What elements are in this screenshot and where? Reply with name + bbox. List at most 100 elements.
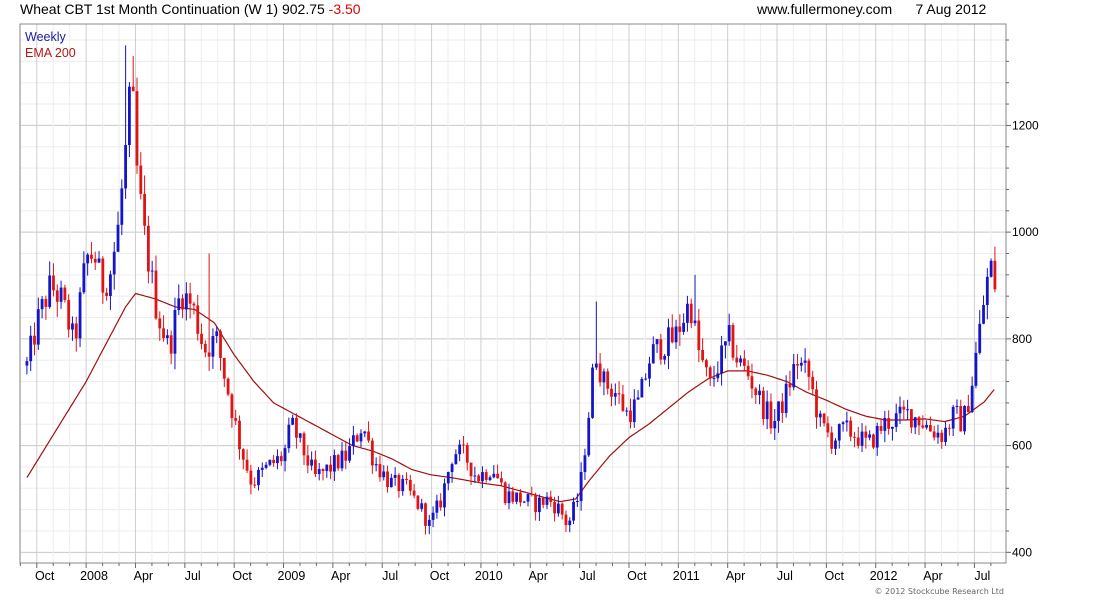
candle-down — [336, 455, 340, 469]
candle-down — [33, 335, 36, 345]
candle-up — [841, 422, 845, 425]
candle-up — [898, 406, 902, 414]
candle-up — [572, 501, 575, 521]
candle-down — [249, 470, 253, 485]
candle-down — [219, 331, 222, 358]
candle-down — [731, 325, 735, 358]
candle-up — [458, 444, 462, 455]
candle-up — [834, 440, 837, 449]
candle-down — [378, 464, 382, 478]
candle-down — [966, 406, 970, 413]
candle-down — [807, 360, 811, 377]
candle-down — [245, 459, 249, 471]
candle-down — [856, 437, 860, 446]
candle-up — [401, 478, 405, 492]
candle-down — [207, 352, 211, 357]
candle-up — [799, 362, 803, 366]
x-tick-label: Oct — [35, 569, 55, 583]
candle-up — [420, 503, 424, 509]
candle-up — [48, 275, 52, 307]
candle-down — [826, 423, 830, 433]
candle-down — [253, 484, 257, 486]
candle-down — [344, 450, 348, 461]
candle-up — [177, 298, 181, 311]
candle-up — [450, 464, 454, 472]
candles-layer — [25, 45, 997, 535]
candle-down — [610, 388, 613, 397]
candle-down — [477, 475, 481, 482]
candle-down — [484, 472, 488, 481]
candle-down — [496, 473, 500, 479]
candle-up — [120, 188, 124, 225]
x-tick-label: 2010 — [475, 569, 503, 583]
candle-down — [105, 292, 109, 296]
candle-down — [689, 303, 693, 324]
candle-up — [82, 263, 86, 293]
x-tick-label: Jul — [185, 569, 201, 583]
candle-down — [853, 436, 856, 438]
candle-up — [332, 455, 336, 472]
candle-up — [575, 501, 579, 503]
candle-down — [44, 299, 48, 307]
candle-up — [283, 448, 287, 462]
x-tick-label: Oct — [627, 569, 647, 583]
y-tick-label: 400 — [1012, 545, 1032, 559]
candle-up — [739, 358, 742, 363]
candle-up — [784, 383, 788, 413]
candle-down — [917, 417, 921, 426]
x-tick-label: 2012 — [870, 569, 898, 583]
candle-down — [314, 459, 317, 474]
grid — [19, 24, 1006, 563]
candle-down — [822, 413, 826, 424]
candle-up — [655, 339, 659, 345]
candle-up — [59, 287, 63, 302]
y-tick-label: 1200 — [1012, 118, 1039, 132]
candle-up — [682, 322, 686, 332]
candle-up — [777, 401, 780, 421]
candle-up — [978, 323, 982, 353]
candle-down — [154, 270, 158, 319]
candle-up — [579, 471, 583, 502]
candle-down — [932, 431, 936, 438]
candle-up — [632, 399, 636, 423]
x-tick-label: Apr — [134, 569, 153, 583]
candle-up — [951, 406, 955, 429]
candle-down — [754, 388, 758, 396]
candle-up — [545, 496, 549, 505]
candle-up — [116, 224, 120, 252]
candle-up — [860, 431, 864, 446]
candle-down — [295, 417, 298, 438]
x-tick-label: Jul — [777, 569, 793, 583]
candle-up — [86, 254, 90, 264]
x-tick-label: Apr — [923, 569, 942, 583]
candle-down — [788, 383, 792, 388]
candle-up — [325, 464, 329, 472]
candle-up — [974, 352, 978, 386]
candle-up — [211, 336, 215, 357]
candle-down — [55, 290, 59, 302]
candle-down — [131, 86, 135, 92]
candle-down — [370, 440, 374, 466]
ema-200-line — [26, 292, 995, 503]
candle-down — [90, 254, 93, 259]
candle-up — [264, 464, 268, 468]
candle-down — [519, 492, 522, 503]
candle-up — [435, 500, 439, 513]
candle-down — [606, 371, 610, 389]
candle-down — [708, 367, 712, 379]
candle-up — [257, 469, 260, 486]
candle-up — [556, 503, 560, 514]
x-tick-label: Oct — [825, 569, 845, 583]
candle-down — [222, 357, 226, 379]
x-tick-label: 2011 — [673, 569, 700, 583]
candle-down — [397, 474, 401, 492]
candle-down — [135, 91, 139, 166]
candle-up — [382, 471, 386, 478]
legend-ema: EMA 200 — [25, 46, 76, 60]
candle-up — [165, 335, 169, 339]
candle-down — [511, 491, 515, 502]
candle-up — [310, 459, 314, 466]
candle-up — [792, 364, 796, 388]
candle-down — [815, 389, 818, 418]
candle-down — [534, 494, 537, 513]
